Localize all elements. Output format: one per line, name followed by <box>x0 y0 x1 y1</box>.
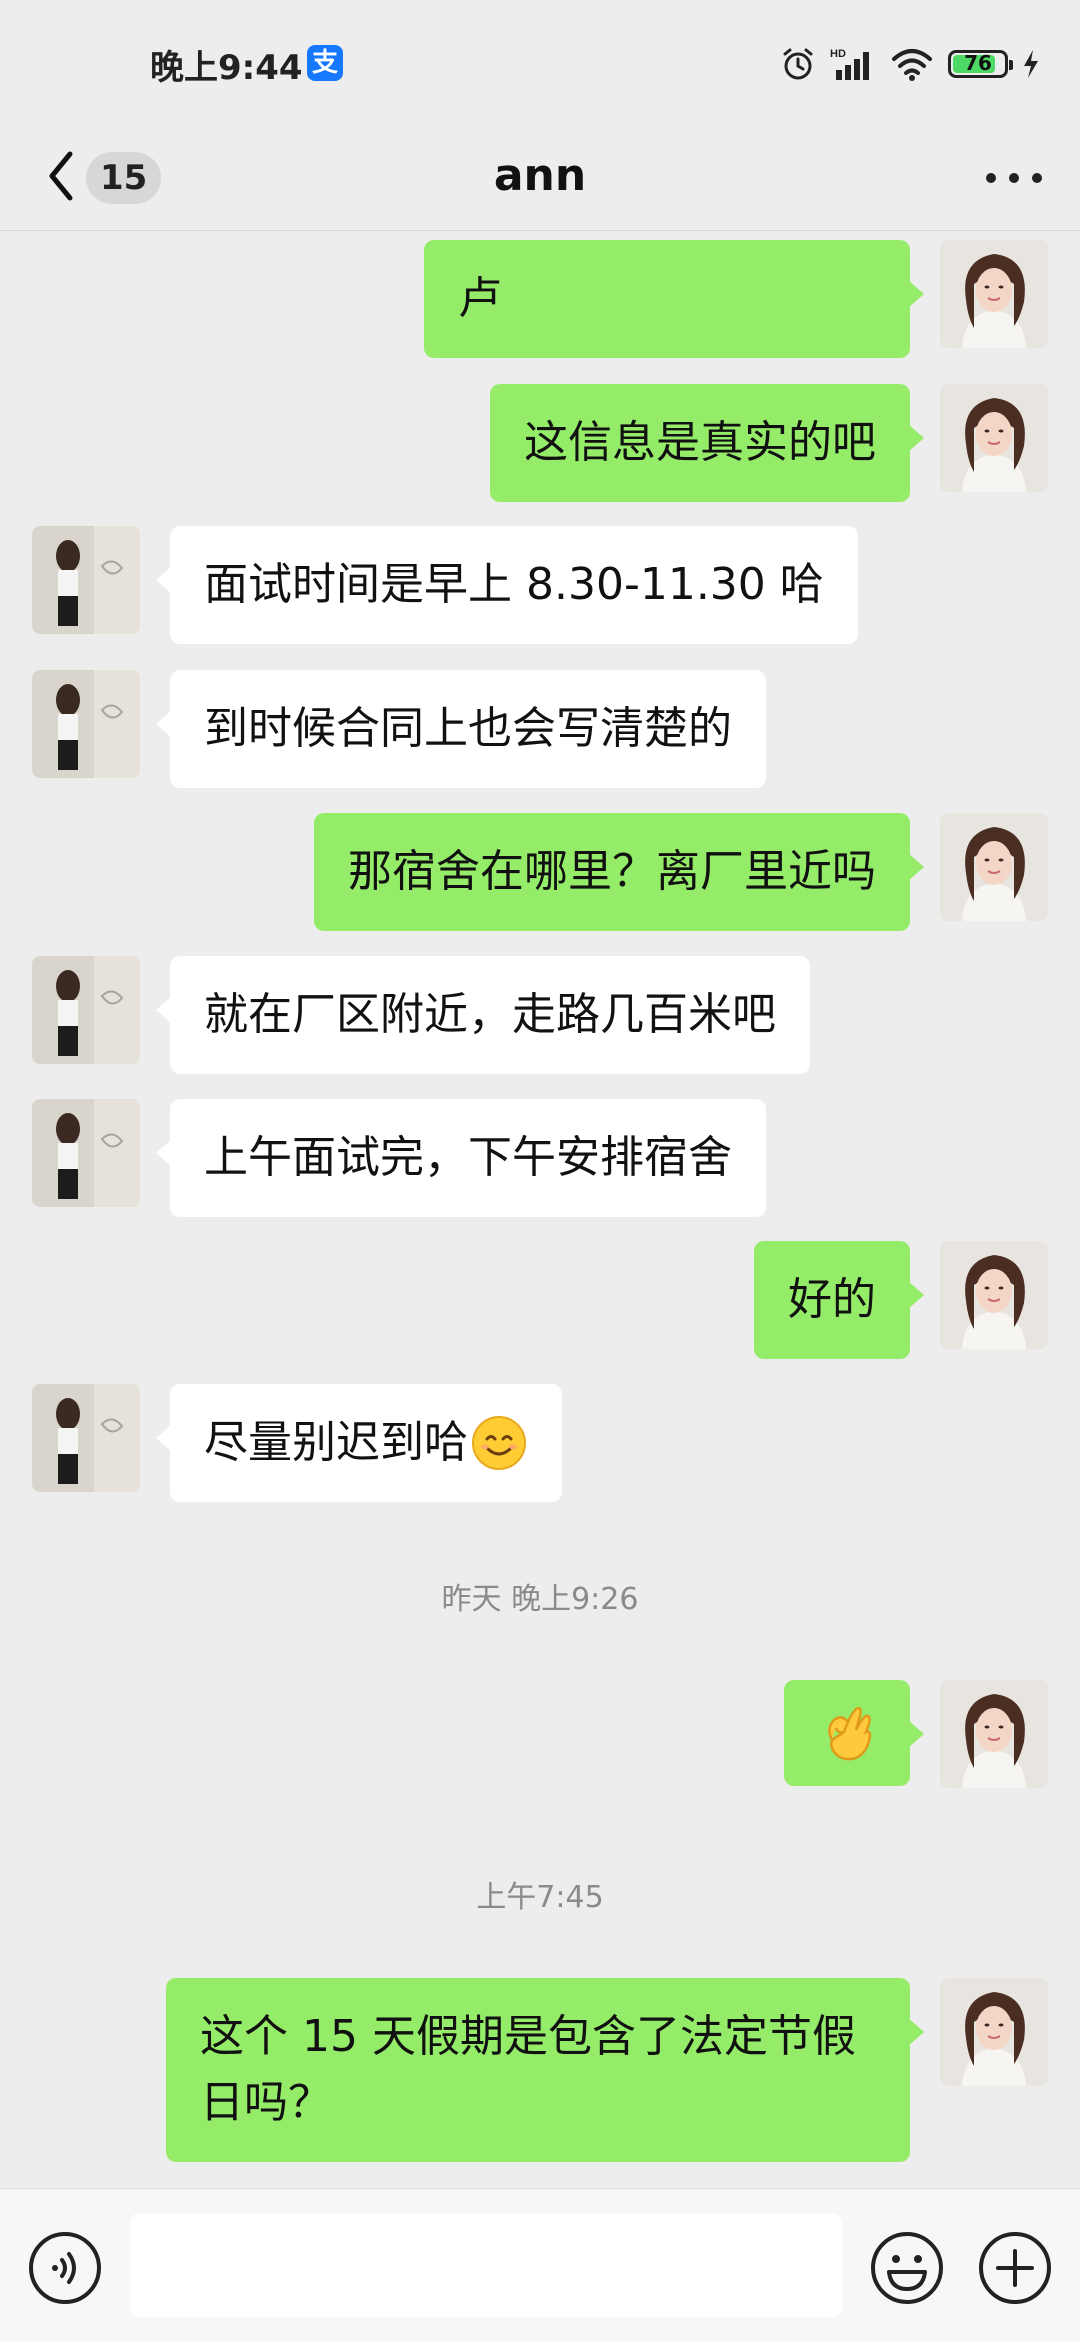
contact-photo <box>32 526 140 634</box>
message-bubble-incoming[interactable]: 到时候合同上也会写清楚的 <box>156 670 766 788</box>
message-bubble-outgoing[interactable]: 这信息是真实的吧 <box>490 384 924 502</box>
message-bubble-incoming[interactable]: 尽量别迟到哈 <box>156 1384 562 1502</box>
alipay-notification-icon: 支 <box>307 45 343 81</box>
more-dot <box>1009 173 1019 183</box>
portrait-image <box>940 240 1048 348</box>
my-avatar[interactable] <box>940 384 1048 492</box>
portrait-image <box>940 384 1048 492</box>
portrait-image <box>940 1978 1048 2086</box>
signal-icon: HD <box>830 48 869 80</box>
status-bar: 晚上9:44 支 HD 76 <box>0 0 1080 128</box>
chat-title: ann <box>493 150 587 201</box>
voice-icon[interactable] <box>28 2231 102 2305</box>
network-type-label: HD <box>830 48 846 60</box>
message-bubble-incoming[interactable]: 上午面试完，下午安排宿舍 <box>156 1099 766 1217</box>
contact-avatar[interactable] <box>32 1384 140 1492</box>
my-avatar[interactable] <box>940 1680 1048 1788</box>
portrait-image <box>940 1241 1048 1349</box>
charging-icon <box>1024 50 1038 78</box>
contact-avatar[interactable] <box>32 670 140 778</box>
more-dot <box>1032 173 1042 183</box>
battery-cap <box>1009 60 1013 70</box>
my-avatar[interactable] <box>940 1978 1048 2086</box>
chat-timestamp: 上午7:45 <box>476 1880 604 1915</box>
message-input[interactable] <box>130 2213 842 2317</box>
contact-photo <box>32 670 140 778</box>
smile-emoji-icon <box>472 1416 526 1470</box>
my-avatar[interactable] <box>940 240 1048 348</box>
chat-timestamp: 昨天 晚上9:26 <box>441 1582 639 1617</box>
input-bar <box>0 2188 1080 2341</box>
message-bubble-outgoing[interactable]: 好的 <box>754 1241 924 1359</box>
wifi-icon <box>892 49 932 81</box>
message-bubble-outgoing[interactable] <box>784 1680 924 1786</box>
message-bubble-incoming[interactable]: 就在厂区附近，走路几百米吧 <box>156 956 810 1074</box>
portrait-image <box>940 1680 1048 1788</box>
alarm-icon <box>783 48 813 80</box>
my-avatar[interactable] <box>940 1241 1048 1349</box>
portrait-image <box>940 813 1048 921</box>
contact-photo <box>32 956 140 1064</box>
battery-level: 76 <box>964 51 992 75</box>
more-dot <box>986 173 996 183</box>
contact-avatar[interactable] <box>32 526 140 634</box>
more-options-icon[interactable] <box>986 166 1042 190</box>
battery-icon: 76 <box>948 50 1013 78</box>
contact-photo <box>32 1384 140 1492</box>
plus-icon[interactable] <box>978 2231 1052 2305</box>
message-bubble-outgoing[interactable]: 卢 <box>424 240 924 358</box>
message-bubble-outgoing[interactable]: 那宿舍在哪里？离厂里近吗 <box>314 813 924 931</box>
status-icons: HD 76 <box>780 44 1040 84</box>
my-avatar[interactable] <box>940 813 1048 921</box>
message-text: 尽量别迟到哈 <box>204 1417 468 1468</box>
message-bubble-incoming[interactable]: 面试时间是早上 8.30-11.30 哈 <box>156 526 858 644</box>
chat-header: 15 ann <box>0 128 1080 231</box>
contact-avatar[interactable] <box>32 1099 140 1207</box>
status-time: 晚上9:44 <box>150 48 303 88</box>
ok-hand-emoji-icon <box>828 1706 872 1761</box>
emoji-icon[interactable] <box>870 2231 944 2305</box>
message-bubble-outgoing[interactable]: 这个 15 天假期是包含了法定节假日吗？ <box>166 1978 924 2162</box>
contact-avatar[interactable] <box>32 956 140 1064</box>
message-list[interactable]: 卢 这信息是真实的吧 面试时间是早上 8.30-11.30 哈 到时候合同上也会… <box>0 230 1080 2188</box>
contact-photo <box>32 1099 140 1207</box>
